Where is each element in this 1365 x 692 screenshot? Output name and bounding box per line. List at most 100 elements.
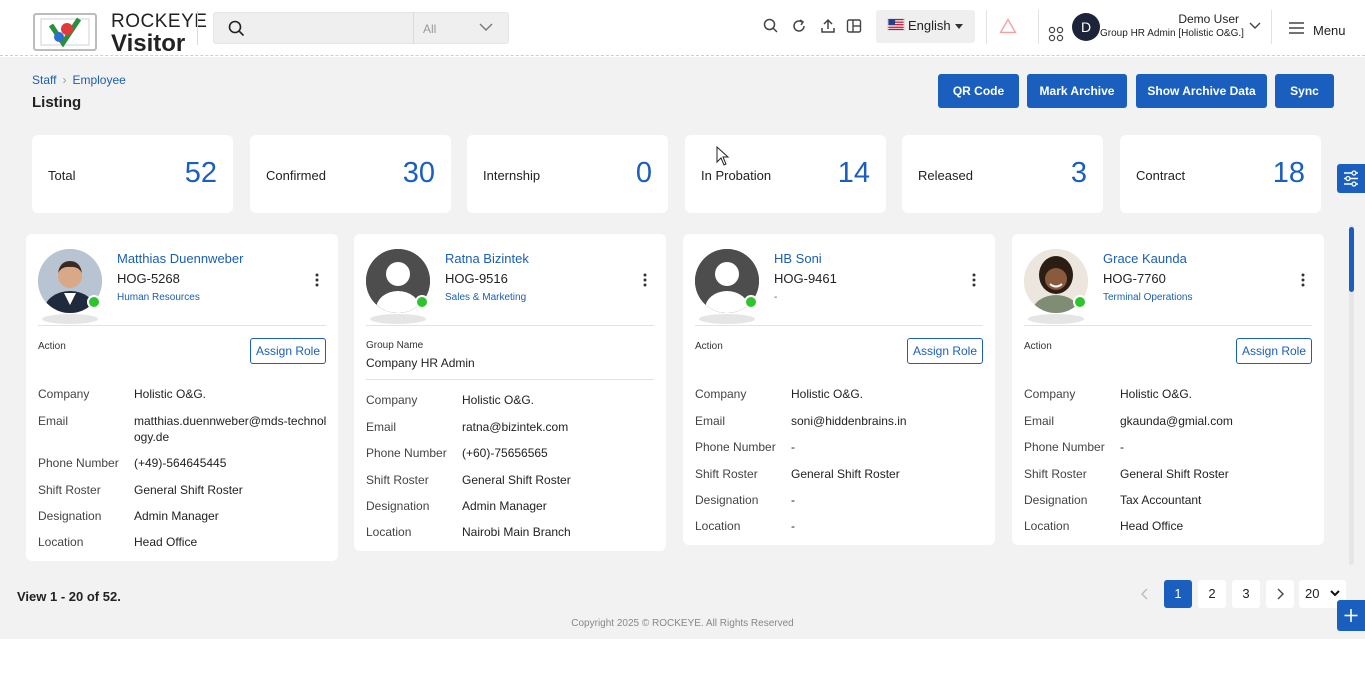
- detail-label: Location: [1024, 519, 1070, 533]
- detail-value: General Shift Roster: [791, 467, 900, 481]
- detail-row-shift: Shift Roster General Shift Roster: [38, 482, 328, 508]
- detail-row-phone: Phone Number (+49)-564645445: [38, 455, 328, 482]
- user-name[interactable]: Demo User: [1100, 12, 1239, 26]
- detail-row-company: Company Holistic O&G.: [1024, 386, 1314, 413]
- divider: [1271, 10, 1272, 44]
- detail-value: -: [1120, 440, 1124, 454]
- more-vertical-icon[interactable]: [314, 272, 320, 288]
- next-page-button[interactable]: [1266, 580, 1294, 608]
- show-archive-button[interactable]: Show Archive Data: [1136, 74, 1267, 108]
- mark-archive-button[interactable]: Mark Archive: [1027, 74, 1127, 108]
- detail-value: -: [791, 519, 795, 533]
- breadcrumb-staff[interactable]: Staff: [32, 73, 56, 87]
- breadcrumb: Staff › Employee: [32, 73, 126, 87]
- more-vertical-icon[interactable]: [971, 272, 977, 288]
- detail-value: Admin Manager: [134, 509, 219, 523]
- detail-value: Admin Manager: [462, 499, 547, 513]
- detail-value: Head Office: [134, 535, 198, 549]
- assign-role-button[interactable]: Assign Role: [907, 338, 983, 364]
- detail-label: Phone Number: [366, 446, 447, 460]
- assign-role-button[interactable]: Assign Role: [250, 338, 326, 364]
- qr-code-button[interactable]: QR Code: [938, 74, 1019, 108]
- more-vertical-icon[interactable]: [642, 272, 648, 288]
- online-status-dot: [415, 295, 429, 309]
- brand-bottom-text: Visitor: [111, 30, 186, 57]
- table-view-icon[interactable]: [845, 17, 863, 35]
- filter-panel-toggle[interactable]: [1337, 164, 1365, 193]
- stat-confirmed[interactable]: Confirmed 30: [250, 135, 451, 213]
- apps-grid-icon[interactable]: [1048, 26, 1064, 42]
- page-button-2[interactable]: 2: [1198, 580, 1226, 608]
- avatar-shadow: [1028, 314, 1084, 324]
- employee-name-link[interactable]: Ratna Bizintek: [445, 251, 529, 266]
- page-button-1[interactable]: 1: [1164, 580, 1192, 608]
- employee-name-link[interactable]: Matthias Duennweber: [117, 251, 243, 266]
- brand-logo[interactable]: ROCKEYE Visitor: [33, 11, 207, 57]
- detail-value: gkaunda@gmial.com: [1120, 414, 1233, 428]
- detail-value: (+49)-564645445: [134, 456, 227, 470]
- copyright-text: Copyright 2025 © ROCKEYE. All Rights Res…: [571, 618, 794, 629]
- user-role: Group HR Admin [Holistic O&G.]: [1100, 28, 1244, 39]
- us-flag-icon: [887, 18, 905, 31]
- add-button[interactable]: [1337, 600, 1365, 631]
- employee-card: Ratna Bizintek HOG-9516 Sales & Marketin…: [354, 234, 666, 551]
- detail-label: Shift Roster: [366, 473, 429, 487]
- quick-search-icon[interactable]: [762, 17, 780, 35]
- detail-row-shift: Shift Roster General Shift Roster: [1024, 466, 1314, 492]
- detail-value: Holistic O&G.: [134, 387, 207, 401]
- caret-down-icon: [955, 24, 963, 29]
- employee-name-link[interactable]: Grace Kaunda: [1103, 251, 1187, 266]
- stat-total[interactable]: Total 52: [32, 135, 233, 213]
- stat-label: Confirmed: [266, 168, 326, 183]
- avatar-shadow: [370, 314, 426, 324]
- divider: [366, 325, 654, 326]
- stat-contract[interactable]: Contract 18: [1120, 135, 1321, 213]
- language-selector[interactable]: English: [876, 10, 975, 43]
- breadcrumb-employee[interactable]: Employee: [72, 73, 125, 87]
- detail-label: Email: [695, 414, 726, 428]
- employee-name-link[interactable]: HB Soni: [774, 251, 822, 266]
- stat-internship[interactable]: Internship 0: [467, 135, 668, 213]
- search-filter-select[interactable]: All: [413, 13, 509, 43]
- detail-value: Holistic O&G.: [791, 387, 864, 401]
- detail-row-phone: Phone Number -: [695, 439, 985, 466]
- user-avatar[interactable]: D: [1072, 13, 1100, 41]
- stat-released[interactable]: Released 3: [902, 135, 1103, 213]
- hamburger-icon: [1289, 22, 1304, 34]
- chevron-down-icon[interactable]: [1249, 22, 1261, 30]
- prev-page-button[interactable]: [1131, 580, 1159, 608]
- main-content: Staff › Employee Listing QR Code Mark Arch…: [0, 57, 1365, 639]
- stat-label: Released: [918, 168, 973, 183]
- detail-row-designation: Designation Admin Manager: [366, 498, 656, 524]
- divider: [366, 379, 654, 380]
- page-button-3[interactable]: 3: [1232, 580, 1260, 608]
- more-vertical-icon[interactable]: [1300, 272, 1306, 288]
- divider: [1024, 325, 1312, 326]
- detail-value: Head Office: [1120, 519, 1184, 533]
- stat-label: Internship: [483, 168, 541, 183]
- search-input[interactable]: [254, 19, 404, 39]
- scrollbar-thumb[interactable]: [1349, 227, 1354, 292]
- upload-icon[interactable]: [819, 17, 837, 35]
- employee-details: Company Holistic O&G. Email ratna@bizintek…: [366, 392, 656, 544]
- sync-button[interactable]: Sync: [1275, 74, 1334, 108]
- detail-row-designation: Designation Admin Manager: [38, 508, 328, 534]
- detail-row-designation: Designation Tax Accountant: [1024, 492, 1314, 518]
- search-icon: [228, 20, 245, 37]
- detail-label: Shift Roster: [38, 483, 101, 497]
- menu-button[interactable]: Menu: [1288, 21, 1346, 40]
- plus-icon: [1344, 609, 1358, 622]
- employee-details: Company Holistic O&G. Email soni@hiddenbra…: [695, 386, 985, 538]
- refresh-icon[interactable]: [790, 17, 808, 35]
- employee-code: HOG-9516: [445, 271, 508, 286]
- assign-role-button[interactable]: Assign Role: [1236, 338, 1312, 364]
- detail-row-designation: Designation -: [695, 492, 985, 518]
- detail-value: Nairobi Main Branch: [462, 525, 571, 539]
- alert-triangle-icon[interactable]: [999, 18, 1017, 34]
- menu-label: Menu: [1313, 23, 1346, 38]
- detail-row-email: Email matthias.duennweber@mds-technology.…: [38, 413, 328, 455]
- sliders-icon: [1344, 170, 1358, 187]
- detail-row-shift: Shift Roster General Shift Roster: [695, 466, 985, 492]
- detail-row-location: Location Head Office: [1024, 518, 1314, 538]
- detail-label: Location: [38, 535, 84, 549]
